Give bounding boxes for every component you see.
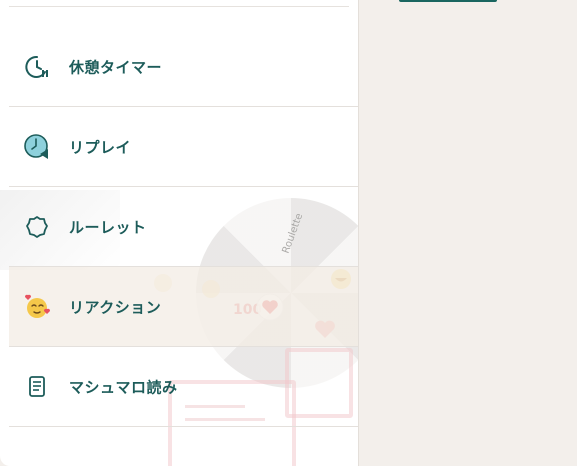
divider <box>9 6 349 7</box>
menu-item-replay[interactable]: リプレイ <box>9 107 358 187</box>
menu-item-break-timer[interactable]: 休憩タイマー <box>9 27 358 107</box>
roulette-icon <box>23 213 51 241</box>
menu-item-label: 休憩タイマー <box>69 58 163 76</box>
top-tab-indicator <box>399 0 497 2</box>
break-timer-icon <box>23 53 51 81</box>
reaction-icon <box>23 293 51 321</box>
menu-item-label: ルーレット <box>69 218 147 236</box>
menu-item-marshmallow[interactable]: マシュマロ読み <box>9 347 358 427</box>
menu-item-reaction[interactable]: リアクション <box>9 267 358 347</box>
marshmallow-icon <box>23 373 51 401</box>
menu-item-label: リプレイ <box>69 138 132 156</box>
replay-icon <box>23 133 51 161</box>
menu-item-label: リアクション <box>69 298 162 316</box>
feature-menu-panel: Roulette 100 休憩タイマー <box>0 0 359 466</box>
menu-item-label: マシュマロ読み <box>69 378 178 396</box>
menu-item-roulette[interactable]: ルーレット <box>9 187 358 267</box>
